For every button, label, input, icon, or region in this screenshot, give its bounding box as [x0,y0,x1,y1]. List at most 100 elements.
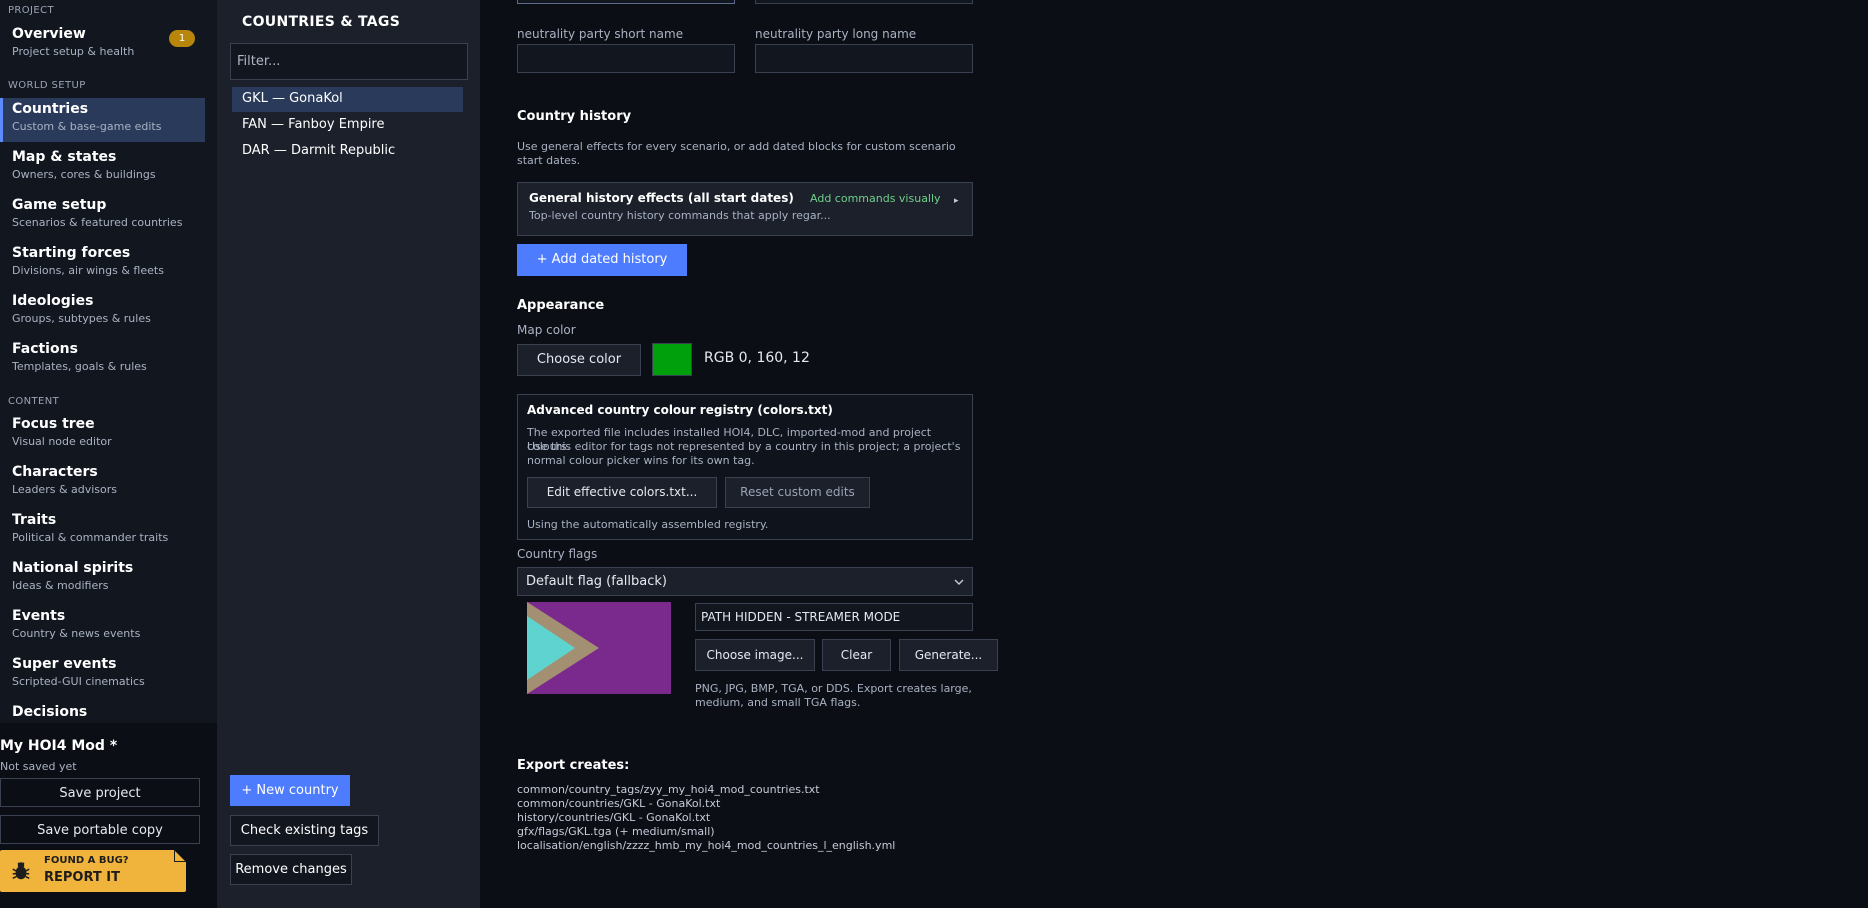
clear-flag-button[interactable]: Clear [822,639,891,671]
flag-select-value: Default flag (fallback) [526,574,667,589]
sidebar-item-decisions[interactable]: Decisions [0,701,205,723]
export-file-path: common/country_tags/zyy_my_hoi4_mod_coun… [517,783,820,796]
sidebar-item-characters[interactable]: Characters Leaders & advisors [0,461,205,505]
choose-image-button[interactable]: Choose image... [695,639,815,671]
sidebar-item-ideologies[interactable]: Ideologies Groups, subtypes & rules [0,290,205,334]
section-header-content: CONTENT [8,396,60,407]
reset-custom-edits-button[interactable]: Reset custom edits [725,477,870,508]
flag-formats-note: PNG, JPG, BMP, TGA, or DDS. Export creat… [695,682,972,695]
filter-input[interactable] [230,43,468,80]
choose-color-button[interactable]: Choose color [517,344,641,376]
country-list-item-gkl[interactable]: GKL — GonaKol [232,87,463,112]
sidebar-item-subtitle: Visual node editor [12,435,112,448]
neutrality-long-label: neutrality party long name [755,27,917,41]
sidebar-item-subtitle: Project setup & health [12,45,135,58]
export-creates-heading: Export creates: [517,758,630,773]
export-file-path: history/countries/GKL - GonaKol.txt [517,811,711,824]
map-color-swatch[interactable] [652,343,692,376]
sidebar-item-subtitle: Scripted-GUI cinematics [12,675,145,688]
advanced-registry-desc-line: normal colour picker wins for its own ta… [527,454,755,467]
sidebar-item-title: Characters [12,464,98,480]
country-flags-label: Country flags [517,547,598,561]
sidebar-item-subtitle: Groups, subtypes & rules [12,312,151,325]
flag-path-text: PATH HIDDEN - STREAMER MODE [701,610,901,624]
sidebar-item-national-spirits[interactable]: National spirits Ideas & modifiers [0,557,205,601]
sidebar-item-traits[interactable]: Traits Political & commander traits [0,509,205,553]
bug-icon [12,862,30,880]
sidebar-item-subtitle: Ideas & modifiers [12,579,109,592]
sidebar-item-events[interactable]: Events Country & news events [0,605,205,649]
flag-preview-image [527,602,671,694]
expand-arrow-icon[interactable]: ▸ [954,194,959,208]
sidebar-item-game-setup[interactable]: Game setup Scenarios & featured countrie… [0,194,205,238]
sidebar-item-title: Traits [12,512,57,528]
sidebar-item-starting-forces[interactable]: Starting forces Divisions, air wings & f… [0,242,205,286]
sidebar-item-title: Starting forces [12,245,131,261]
sidebar-item-overview[interactable]: Overview Project setup & health 1 [0,23,205,67]
sidebar-item-subtitle: Scenarios & featured countries [12,216,183,229]
input-field-partial[interactable] [755,0,973,4]
add-dated-history-button[interactable]: + Add dated history [517,244,687,276]
sidebar-item-title: Map & states [12,149,117,165]
neutrality-short-field[interactable] [517,44,735,73]
report-bug-button[interactable]: FOUND A BUG? REPORT IT [0,850,186,892]
save-portable-copy-button[interactable]: Save portable copy [0,815,200,844]
sidebar-item-title: Decisions [12,704,88,720]
rgb-value-text: RGB 0, 160, 12 [704,350,810,366]
country-label: FAN — Fanboy Empire [242,117,385,132]
section-header-world: WORLD SETUP [8,80,86,91]
sidebar-item-subtitle: Leaders & advisors [12,483,118,496]
country-label: GKL — GonaKol [242,91,343,106]
advanced-colour-registry-panel: Advanced country colour registry (colors… [517,394,973,540]
flag-path-field[interactable]: PATH HIDDEN - STREAMER MODE [695,603,973,631]
bug-line-2: REPORT IT [44,870,120,885]
remove-changes-button[interactable]: Remove changes [230,854,352,885]
export-file-path: gfx/flags/GKL.tga (+ medium/small) [517,825,715,838]
general-history-card[interactable]: General history effects (all start dates… [517,182,973,236]
section-header-project: PROJECT [8,5,55,16]
registry-status-text: Using the automatically assembled regist… [527,518,769,531]
sidebar-item-subtitle: Political & commander traits [12,531,169,544]
country-list-item-fan[interactable]: FAN — Fanboy Empire [232,113,463,138]
country-history-heading: Country history [517,109,632,124]
neutrality-short-label: neutrality party short name [517,27,684,41]
sidebar-item-title: Focus tree [12,416,95,432]
project-name: My HOI4 Mod * [0,738,118,754]
bug-line-1: FOUND A BUG? [44,855,129,866]
country-label: DAR — Darmit Republic [242,143,396,158]
country-list-item-dar[interactable]: DAR — Darmit Republic [232,139,463,164]
advanced-registry-desc-line: Use this editor for tags not represented… [527,440,961,453]
sidebar-item-subtitle: Owners, cores & buildings [12,168,156,181]
edit-colors-txt-button[interactable]: Edit effective colors.txt... [527,477,717,508]
general-history-title: General history effects (all start dates… [529,191,794,205]
sidebar-item-title: Countries [12,101,89,117]
export-file-path: common/countries/GKL - GonaKol.txt [517,797,721,810]
sidebar-item-map-states[interactable]: Map & states Owners, cores & buildings [0,146,205,190]
sidebar: PROJECT Overview Project setup & health … [0,0,217,908]
add-commands-visually-link[interactable]: Add commands visually [810,192,941,206]
save-project-button[interactable]: Save project [0,778,200,807]
sidebar-item-focus-tree[interactable]: Focus tree Visual node editor [0,413,205,457]
neutrality-long-field[interactable] [755,44,973,73]
sidebar-item-factions[interactable]: Factions Templates, goals & rules [0,338,205,382]
input-field-partial[interactable] [517,0,735,4]
advanced-registry-title: Advanced country colour registry (colors… [527,403,833,417]
new-country-button[interactable]: + New country [230,775,350,806]
sidebar-item-subtitle: Country & news events [12,627,141,640]
sidebar-item-title: Overview [12,26,86,42]
sidebar-item-countries[interactable]: Countries Custom & base-game edits [0,98,205,142]
flag-formats-note: medium, and small TGA flags. [695,696,861,709]
sidebar-item-title: Game setup [12,197,107,213]
check-existing-tags-button[interactable]: Check existing tags [230,815,379,846]
generate-flag-button[interactable]: Generate... [899,639,998,671]
chevron-down-icon [954,579,964,585]
country-history-description: Use general effects for every scenario, … [517,140,956,167]
flag-select-dropdown[interactable]: Default flag (fallback) [517,567,973,596]
sidebar-item-title: Factions [12,341,78,357]
export-file-path: localisation/english/zzzz_hmb_my_hoi4_mo… [517,839,896,852]
sidebar-item-subtitle: Templates, goals & rules [12,360,147,373]
sidebar-item-subtitle: Custom & base-game edits [12,120,162,133]
project-status: Not saved yet [0,760,77,773]
panel-title: COUNTRIES & TAGS [242,14,401,30]
sidebar-item-super-events[interactable]: Super events Scripted-GUI cinematics [0,653,205,697]
